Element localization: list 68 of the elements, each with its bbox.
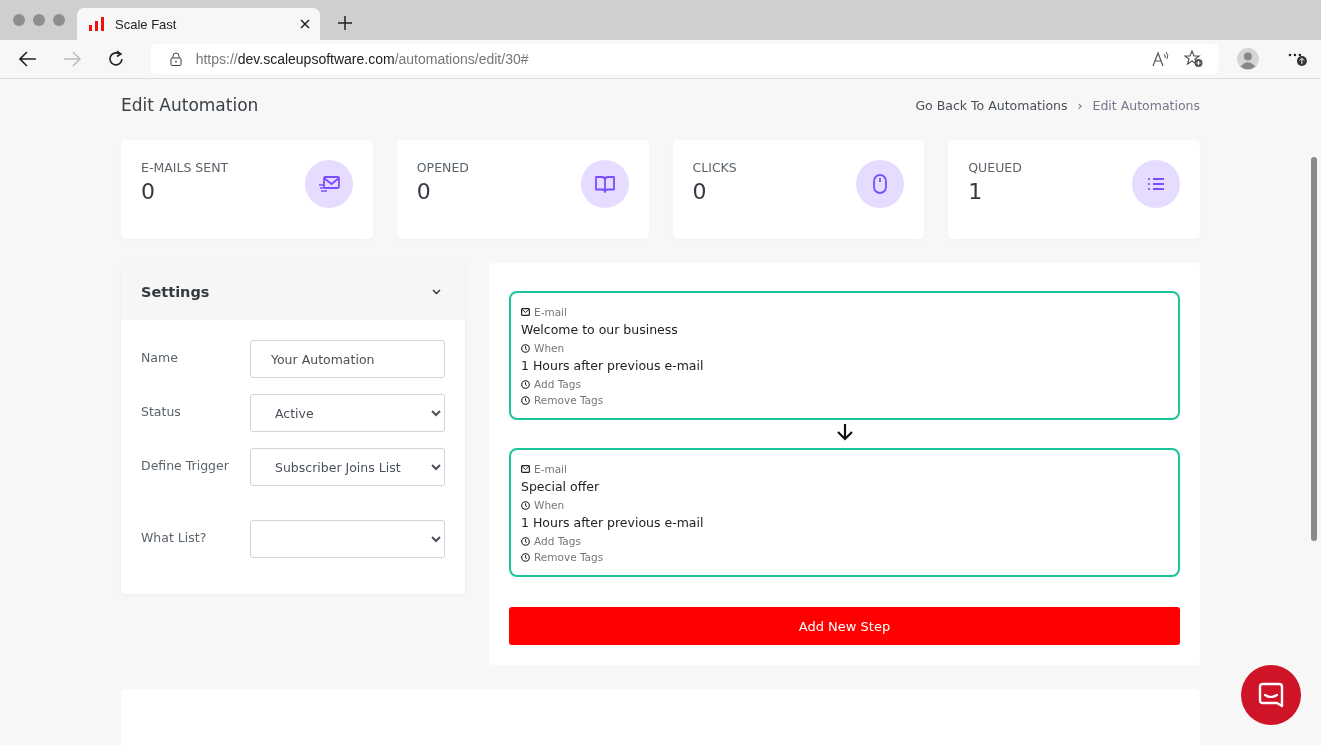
browser-tab[interactable]: Scale Fast [77,8,320,40]
step-when-label: When [534,342,565,354]
select-field[interactable] [250,520,445,558]
breadcrumb-current: Edit Automations [1092,97,1200,113]
field-label: Status [141,403,182,421]
url-text: https://dev.scaleupsoftware.com/automations/edit/30# [195,51,529,67]
clock-icon [521,379,530,389]
stat-value: 1 [968,179,984,204]
stat-label: QUEUED [968,160,1022,175]
chevron-icon[interactable] [432,288,441,295]
step-subject: Welcome to our business [521,322,679,338]
close-icon[interactable] [300,19,310,29]
down-arrow-icon [835,423,854,441]
email-step-card[interactable]: E-mail Special offer When 1 Hours after previous e-mail Add Tags Remove Tags [509,448,1180,577]
numbered-list-icon [1147,177,1165,191]
chat-icon [1258,682,1284,708]
step-type: E-mail [534,463,567,475]
field-label: Name [141,349,179,367]
page-title: Edit Automation [121,95,259,115]
step-subject: Special offer [521,479,601,495]
new-tab-icon[interactable] [338,16,352,30]
settings-header[interactable]: Settings [121,263,465,320]
stat-label: OPENED [416,160,469,175]
stat-label: E-MAILS SENT [141,160,229,175]
breadcrumb-separator: › [1077,97,1083,113]
tab-title: Scale Fast [115,16,178,32]
chat-button[interactable] [1241,665,1301,725]
step-delay: 1 Hours after previous e-mail [521,515,705,531]
read-aloud-icon[interactable] [1152,51,1171,67]
reload-icon[interactable] [106,50,125,68]
clock-icon [521,536,530,546]
breadcrumb-link[interactable]: Go Back To Automations [915,97,1068,113]
mail-icon [317,175,340,193]
book-icon [594,175,615,193]
favorite-add-icon[interactable] [1184,50,1205,68]
settings-title: Settings [141,283,210,300]
bar-chart-icon [89,17,105,31]
clock-icon [521,552,530,562]
scrollbar-thumb[interactable] [1311,157,1317,541]
lock-icon [169,52,182,66]
email-step-card[interactable]: E-mail Welcome to our business When 1 Hours after previous e-mail Add Tags Remove Tags [509,291,1180,420]
name-input[interactable]: Your Automation [250,340,445,378]
address-bar[interactable]: https://dev.scaleupsoftware.com/automations/edit/30# [150,44,1219,74]
step-type: E-mail [534,306,567,318]
back-icon[interactable] [19,51,37,67]
clock-icon [521,343,530,353]
field-label: Define Trigger [141,457,230,475]
add-step-button[interactable]: Add New Step [509,607,1180,645]
stat-value: 0 [141,179,156,204]
select-field[interactable]: Active [250,394,445,432]
field-label: What List? [141,529,208,547]
stat-value: 0 [692,179,708,204]
add-tags-label: Add Tags [534,535,581,547]
envelope-icon [521,465,530,473]
remove-tags-label: Remove Tags [534,394,604,406]
step-when-label: When [534,499,565,511]
envelope-icon [521,308,530,316]
step-delay: 1 Hours after previous e-mail [521,358,705,374]
more-menu-icon[interactable] [1287,51,1309,67]
stat-label: CLICKS [692,160,737,175]
stat-value: 0 [416,179,432,204]
mouse-icon [873,174,888,194]
clock-icon [521,500,530,510]
profile-avatar-icon[interactable] [1237,48,1260,70]
remove-tags-label: Remove Tags [534,551,604,563]
clock-icon [521,395,530,405]
select-field[interactable]: Subscriber Joins List [250,448,445,486]
add-tags-label: Add Tags [534,378,581,390]
